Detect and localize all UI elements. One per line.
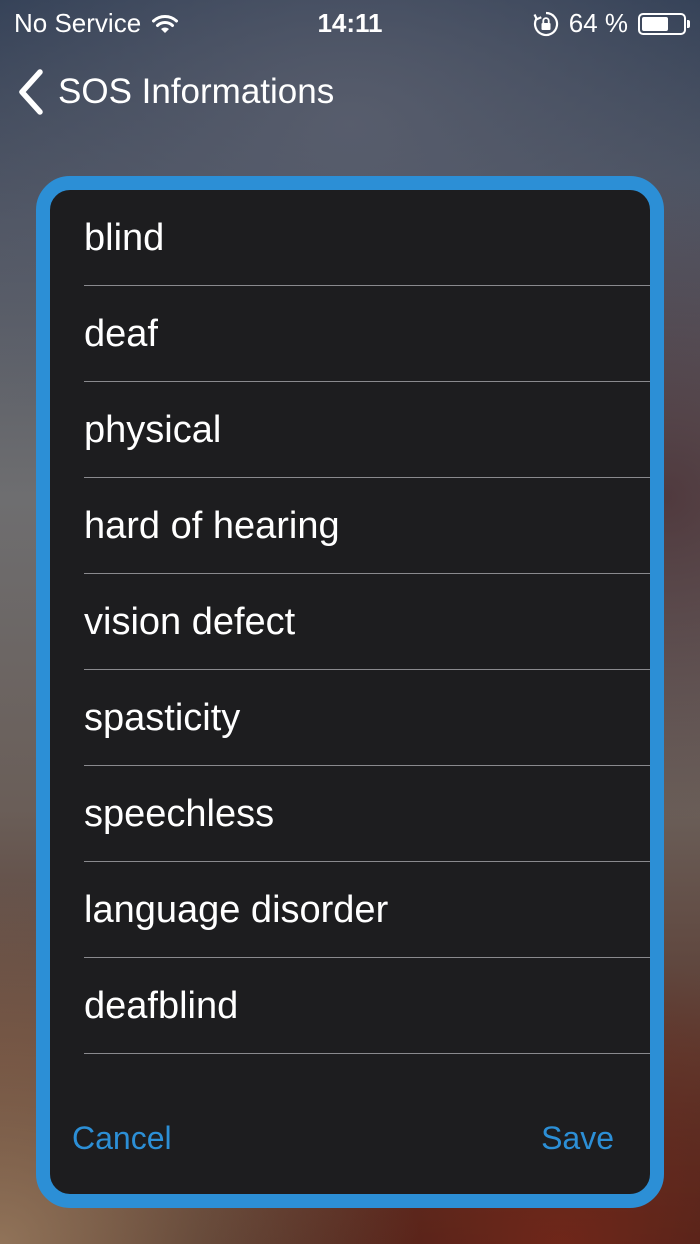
dialog-actions: Cancel Save bbox=[50, 1112, 650, 1172]
option-label: vision defect bbox=[84, 600, 296, 643]
battery-percent: 64 % bbox=[568, 8, 628, 38]
option-label: hard of hearing bbox=[84, 504, 340, 547]
chevron-left-icon bbox=[16, 68, 46, 116]
save-button[interactable]: Save bbox=[533, 1112, 622, 1165]
status-right: 64 % bbox=[533, 8, 690, 39]
option-item[interactable]: physical bbox=[50, 382, 650, 478]
option-item[interactable]: spasticity bbox=[50, 670, 650, 766]
option-label: speechless bbox=[84, 792, 275, 835]
rotation-lock-icon bbox=[533, 11, 559, 37]
status-bar: No Service 14:11 64 % bbox=[0, 0, 700, 46]
battery-level-fill bbox=[642, 16, 668, 31]
option-label: deaf bbox=[84, 312, 158, 355]
option-label: blind bbox=[84, 216, 165, 259]
option-label: deafblind bbox=[84, 984, 239, 1027]
option-label: language disorder bbox=[84, 888, 389, 931]
option-label: physical bbox=[84, 408, 222, 451]
option-list: blind deaf physical hard of hearing visi… bbox=[50, 190, 650, 1054]
option-item[interactable]: hard of hearing bbox=[50, 478, 650, 574]
back-button-label: SOS Informations bbox=[58, 72, 335, 111]
option-item[interactable]: speechless bbox=[50, 766, 650, 862]
option-item[interactable]: deaf bbox=[50, 286, 650, 382]
option-item[interactable]: vision defect bbox=[50, 574, 650, 670]
option-item[interactable]: deafblind bbox=[50, 958, 650, 1054]
disability-picker-dialog: blind deaf physical hard of hearing visi… bbox=[36, 176, 664, 1208]
navigation-bar: SOS Informations bbox=[0, 62, 700, 126]
option-label: spasticity bbox=[84, 696, 241, 739]
cancel-button[interactable]: Cancel bbox=[64, 1112, 180, 1165]
battery-icon bbox=[638, 12, 690, 35]
option-item[interactable]: blind bbox=[50, 190, 650, 286]
back-button[interactable]: SOS Informations bbox=[16, 68, 334, 116]
option-item[interactable]: language disorder bbox=[50, 862, 650, 958]
